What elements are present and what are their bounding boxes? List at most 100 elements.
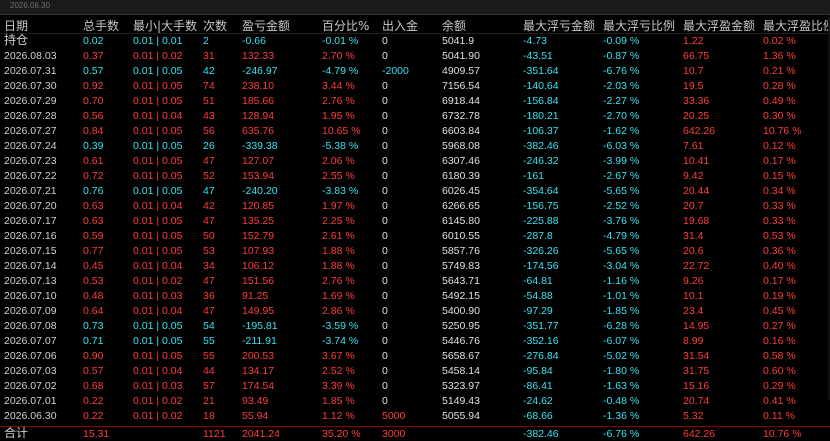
cell-in-out: 0 <box>382 110 388 122</box>
cell-max-float-loss: -351.77 <box>523 320 559 332</box>
table-row[interactable]: 2026.07.21 0.76 0.01 | 0.05 47 -240.20 -3.83 … <box>0 184 830 199</box>
cell-max-float-gain-pct: 0.60 % <box>763 365 796 377</box>
cell-pnl: 55.94 <box>242 410 269 422</box>
header-max-float-gain-pct[interactable]: 最大浮盈比例 <box>763 17 830 34</box>
cell-pnl: 2041.24 <box>242 428 280 440</box>
cell-percent: 1.97 % <box>322 200 355 212</box>
row-date: 2026.07.30 <box>4 80 57 92</box>
cell-min-max-lots: 0.01 | 0.05 <box>133 335 183 347</box>
table-row[interactable]: 2026.07.28 0.56 0.01 | 0.04 43 128.94 1.95 % 0… <box>0 109 830 124</box>
table-row[interactable]: 2026.07.22 0.72 0.01 | 0.05 52 153.94 2.55 % 0… <box>0 169 830 184</box>
cell-balance: 5492.15 <box>442 290 480 302</box>
table-row[interactable]: 2026.07.13 0.53 0.01 | 0.02 47 151.56 2.76 % 0… <box>0 274 830 289</box>
table-row[interactable]: 2026.07.31 0.57 0.01 | 0.05 42 -246.97 -4.79 … <box>0 64 830 79</box>
table-row[interactable]: 2026.07.24 0.39 0.01 | 0.05 26 -339.38 -5.38 … <box>0 139 830 154</box>
cell-count: 47 <box>203 275 215 287</box>
cell-total-lots: 0.84 <box>83 125 104 137</box>
header-max-float-loss-pct[interactable]: 最大浮亏比例 <box>603 17 675 34</box>
cell-max-float-loss: -382.46 <box>523 140 559 152</box>
header-date[interactable]: 日期 <box>4 17 28 34</box>
table-row[interactable]: 2026.07.29 0.70 0.01 | 0.05 51 185.66 2.76 % 0… <box>0 94 830 109</box>
cell-count: 52 <box>203 170 215 182</box>
cell-pnl: -339.38 <box>242 140 278 152</box>
cell-in-out: 0 <box>382 155 388 167</box>
cell-max-float-gain: 31.54 <box>683 350 710 362</box>
table-row[interactable]: 2026.08.03 0.37 0.01 | 0.02 31 132.33 2.70 % 0… <box>0 49 830 64</box>
cell-count: 26 <box>203 140 215 152</box>
cell-percent: -0.01 % <box>322 35 359 47</box>
cell-max-float-loss: -225.88 <box>523 215 559 227</box>
row-date: 2026.07.28 <box>4 110 57 122</box>
cell-max-float-gain: 31.4 <box>683 230 704 242</box>
header-count[interactable]: 次数 <box>203 17 227 34</box>
cell-balance: 6918.44 <box>442 95 480 107</box>
cell-max-float-gain-pct: 0.58 % <box>763 350 796 362</box>
cell-in-out: 0 <box>382 185 388 197</box>
held-row[interactable]: 持仓 0.02 0.01 | 0.01 2 -0.66 -0.01 % 0 5041.9 -4.… <box>0 34 830 49</box>
header-pnl[interactable]: 盈亏金额 <box>242 17 290 34</box>
cell-count: 55 <box>203 350 215 362</box>
cell-pnl: -240.20 <box>242 185 278 197</box>
cell-balance: 6145.80 <box>442 215 480 227</box>
cell-in-out: 0 <box>382 230 388 242</box>
table-row[interactable]: 2026.07.09 0.64 0.01 | 0.04 47 149.95 2.86 % 0… <box>0 304 830 319</box>
row-date: 2026.07.01 <box>4 395 57 407</box>
cell-in-out: 0 <box>382 80 388 92</box>
cell-count: 74 <box>203 80 215 92</box>
header-max-float-loss[interactable]: 最大浮亏金额 <box>523 17 595 34</box>
table-row[interactable]: 2026.07.30 0.92 0.01 | 0.05 74 238.10 3.44 % 0… <box>0 79 830 94</box>
cell-max-float-gain-pct: 0.40 % <box>763 260 796 272</box>
table-row[interactable]: 2026.07.15 0.77 0.01 | 0.05 53 107.93 1.88 % 0… <box>0 244 830 259</box>
cell-total-lots: 0.48 <box>83 290 104 302</box>
table-row[interactable]: 2026.07.23 0.61 0.01 | 0.05 47 127.07 2.06 % 0… <box>0 154 830 169</box>
row-label: 持仓 <box>4 33 29 47</box>
cell-max-float-loss: -174.56 <box>523 260 559 272</box>
table-row[interactable]: 2026.06.30 0.22 0.01 | 0.02 18 55.94 1.12 % 50… <box>0 409 830 424</box>
table-row[interactable]: 2026.07.20 0.63 0.01 | 0.04 42 120.85 1.97 % 0… <box>0 199 830 214</box>
cell-count: 50 <box>203 230 215 242</box>
table-row[interactable]: 2026.07.14 0.45 0.01 | 0.04 34 106.12 1.88 % 0… <box>0 259 830 274</box>
cell-percent: 2.25 % <box>322 215 355 227</box>
table-row[interactable]: 2026.07.03 0.57 0.01 | 0.04 44 134.17 2.52 % 0… <box>0 364 830 379</box>
cell-in-out: 3000 <box>382 428 406 440</box>
table-row[interactable]: 2026.07.08 0.73 0.01 | 0.05 54 -195.81 -3.59 … <box>0 319 830 334</box>
table-row[interactable]: 2026.07.01 0.22 0.01 | 0.02 21 93.49 1.85 % 0 5… <box>0 394 830 409</box>
header-max-float-gain[interactable]: 最大浮盈金额 <box>683 17 755 34</box>
header-percent[interactable]: 百分比% <box>322 17 369 34</box>
cell-max-float-loss: -351.64 <box>523 65 559 77</box>
cell-min-max-lots: 0.01 | 0.04 <box>133 110 183 122</box>
cell-balance: 6266.65 <box>442 200 480 212</box>
cell-pnl: 132.33 <box>242 50 275 62</box>
cell-max-float-gain: 5.32 <box>683 410 704 422</box>
cell-max-float-gain: 7.61 <box>683 140 704 152</box>
table-row[interactable]: 2026.07.02 0.68 0.01 | 0.03 57 174.54 3.39 % 0… <box>0 379 830 394</box>
table-row[interactable]: 2026.07.17 0.63 0.01 | 0.05 47 135.25 2.25 % 0… <box>0 214 830 229</box>
table-row[interactable]: 2026.07.07 0.71 0.01 | 0.05 55 -211.91 -3.74 … <box>0 334 830 349</box>
row-date: 2026.07.22 <box>4 170 57 182</box>
row-date: 2026.07.13 <box>4 275 57 287</box>
header-in-out[interactable]: 出入金 <box>382 17 418 34</box>
cell-max-float-loss-pct: -1.36 % <box>603 410 640 422</box>
cell-balance: 5857.76 <box>442 245 480 257</box>
header-balance[interactable]: 余额 <box>442 17 466 34</box>
row-date: 2026.06.30 <box>4 410 57 422</box>
cell-max-float-gain-pct: 0.41 % <box>763 395 796 407</box>
table-row[interactable]: 2026.07.10 0.48 0.01 | 0.03 36 91.25 1.69 % 0 5… <box>0 289 830 304</box>
header-total-lots[interactable]: 总手数 <box>83 17 119 34</box>
cell-max-float-loss: -97.29 <box>523 305 553 317</box>
cell-max-float-loss: -95.84 <box>523 365 553 377</box>
table-row[interactable]: 2026.07.06 0.90 0.01 | 0.05 55 200.53 3.67 % 0… <box>0 349 830 364</box>
header-min-max-lots[interactable]: 最小|大手数 <box>133 17 197 34</box>
cell-max-float-loss: -68.66 <box>523 410 553 422</box>
table-row[interactable]: 2026.07.27 0.84 0.01 | 0.05 56 635.76 10.65 %… <box>0 124 830 139</box>
cell-in-out: 0 <box>382 245 388 257</box>
cell-pnl: -246.97 <box>242 65 278 77</box>
cell-count: 47 <box>203 185 215 197</box>
table-row[interactable]: 2026.07.16 0.59 0.01 | 0.05 50 152.79 2.61 % 0… <box>0 229 830 244</box>
row-date: 2026.07.08 <box>4 320 57 332</box>
row-date: 2026.07.16 <box>4 230 57 242</box>
cell-percent: 1.88 % <box>322 245 355 257</box>
total-row[interactable]: 合计 15.31 1121 2041.24 35.20 % 3000 -382.46 -6.7… <box>0 426 830 441</box>
cell-min-max-lots: 0.01 | 0.05 <box>133 140 183 152</box>
cell-max-float-loss-pct: -1.63 % <box>603 380 640 392</box>
